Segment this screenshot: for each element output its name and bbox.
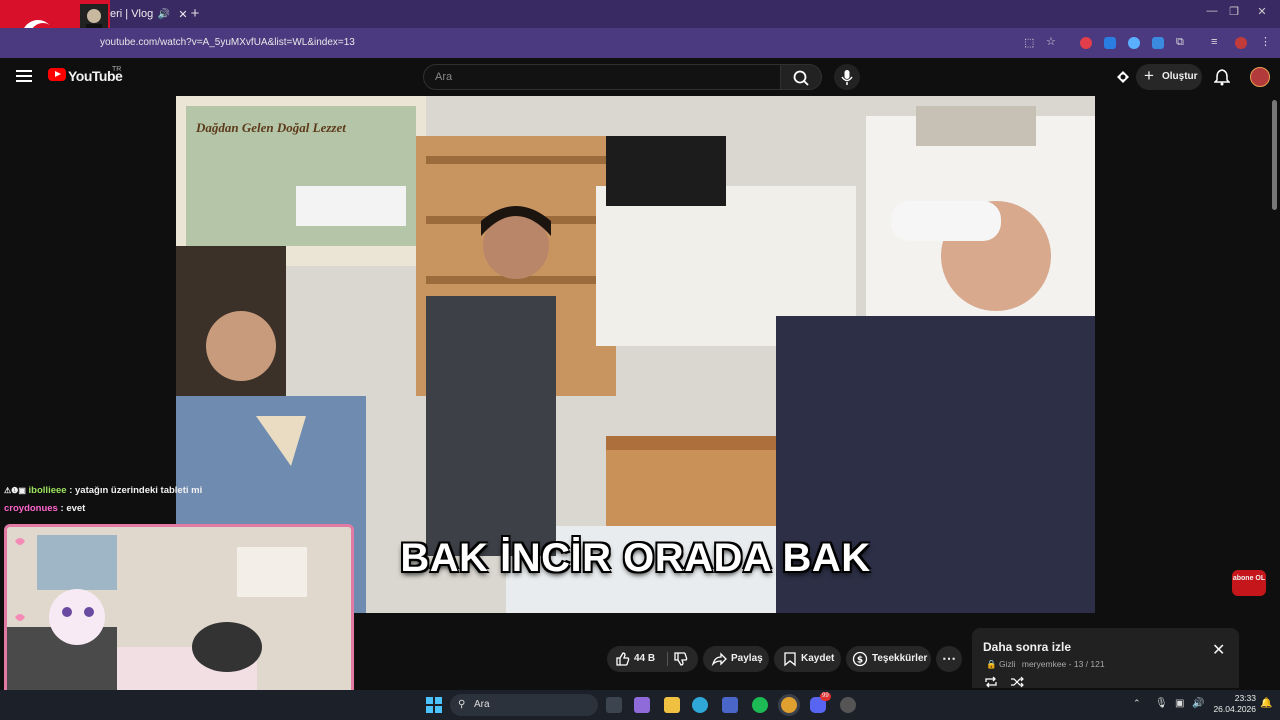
browser-tab-active[interactable]: eri | Vlog 🔊 ✕ <box>110 0 190 28</box>
maximize-button[interactable]: ❐ <box>1224 5 1244 18</box>
search-input[interactable]: Ara <box>423 64 781 90</box>
close-playlist-icon[interactable]: ✕ <box>1212 640 1225 660</box>
playlist-owner[interactable]: meryemkee <box>1022 659 1066 669</box>
extension-translate-icon[interactable] <box>1104 37 1116 49</box>
minimize-button[interactable]: — <box>1202 5 1222 17</box>
install-app-icon[interactable]: ⬚ <box>1024 36 1034 49</box>
watch-later-meta: 🔒 Gizli meryemkee - 13 / 121 <box>986 659 1105 670</box>
file-explorer-icon[interactable] <box>664 697 680 713</box>
share-label: Paylaş <box>731 653 763 664</box>
hamburger-menu-icon[interactable] <box>16 70 32 82</box>
edge-browser-icon[interactable] <box>692 697 708 713</box>
more-dots-icon: ⋯ <box>942 650 956 666</box>
create-button[interactable]: Oluştur <box>1136 63 1202 90</box>
copilot-icon[interactable] <box>634 697 650 713</box>
share-button[interactable]: Paylaş <box>703 646 769 672</box>
playlist-position: 13 / 121 <box>1073 659 1105 669</box>
like-icon[interactable] <box>615 651 631 667</box>
save-label: Kaydet <box>801 653 835 664</box>
clock-time: 23:33 <box>1234 693 1256 703</box>
extension-blue-icon[interactable] <box>1152 37 1164 49</box>
windows-start-icon[interactable] <box>426 697 442 713</box>
create-spark-icon[interactable] <box>1114 68 1132 86</box>
store-icon[interactable] <box>722 697 738 713</box>
webcam-room-scene <box>7 527 351 717</box>
profile-avatar-icon[interactable] <box>1235 37 1247 49</box>
youtube-logo-icon[interactable] <box>48 68 66 81</box>
account-avatar[interactable] <box>1250 67 1270 87</box>
shop-sign-text: Dağdan Gelen Doğal Lezzet <box>196 120 346 135</box>
discord-badge: 99 <box>820 692 831 701</box>
chat-message-body: yatağın üzerindeki tableti mi <box>75 485 203 496</box>
browser-address-bar: youtube.com/watch?v=A_5yuMXvfUA&list=WL&… <box>0 28 1280 58</box>
save-button[interactable]: Kaydet <box>774 646 841 672</box>
watch-later-panel: Daha sonra izle 🔒 Gizli meryemkee - 13 /… <box>972 628 1239 688</box>
visibility-label: Gizli <box>998 659 1016 669</box>
browser-tab-bar: eri | Vlog 🔊 ✕ + — ❐ ✕ <box>0 0 1280 58</box>
subscribe-watermark[interactable]: abone OL <box>1232 570 1266 596</box>
save-bookmark-icon <box>784 652 796 667</box>
thanks-label: Teşekkürler <box>872 653 928 664</box>
taskbar-search-icon: ⚲ <box>458 699 466 710</box>
tab-title: eri | Vlog <box>110 8 154 20</box>
thanks-button[interactable]: $ Teşekkürler <box>846 646 931 672</box>
lock-icon: 🔒 <box>986 659 997 669</box>
microphone-icon <box>841 70 853 85</box>
search-icon <box>793 70 809 86</box>
chat-text: : yatağın üzerindeki tableti mi <box>69 485 203 496</box>
voice-search-button[interactable] <box>834 64 860 90</box>
browser-menu-icon[interactable]: ⋮ <box>1260 35 1271 48</box>
volume-icon[interactable]: 🔊 <box>1192 698 1204 709</box>
obs-icon[interactable] <box>840 697 856 713</box>
share-icon <box>711 652 727 667</box>
like-dislike-group: 44 B <box>607 646 698 672</box>
task-view-icon[interactable] <box>606 697 622 713</box>
notification-center-icon[interactable]: 🔔 <box>1260 698 1272 709</box>
chat-username: croydonues <box>4 503 58 514</box>
chat-username: ibollieee <box>28 485 67 496</box>
network-icon[interactable]: ▣ <box>1175 698 1184 709</box>
tray-chevron-icon[interactable]: ⌃ <box>1133 698 1141 709</box>
extension-red-icon[interactable] <box>1080 37 1092 49</box>
youtube-header: YouTube TR Ara Oluştur <box>0 58 1280 96</box>
bookmark-star-icon[interactable]: ☆ <box>1046 35 1056 48</box>
taskbar-search-placeholder: Ara <box>474 699 490 710</box>
tray-mic-icon[interactable]: 🎙 <box>1155 698 1168 709</box>
new-tab-button[interactable]: + <box>186 5 204 23</box>
page-scrollbar[interactable] <box>1272 100 1277 210</box>
loop-icon[interactable] <box>984 676 998 688</box>
chat-message-body: evet <box>66 503 86 514</box>
region-code: TR <box>112 66 122 73</box>
watermark-label: abone OL <box>1232 575 1266 582</box>
clock-date: 26.04.2026 <box>1213 704 1256 714</box>
dislike-icon[interactable] <box>673 651 689 667</box>
chat-message: ⚠❶▣ ibollieee : yatağın üzerindeki table… <box>4 485 202 496</box>
reading-list-icon[interactable]: ≡ <box>1211 36 1217 48</box>
extension-audio-icon[interactable] <box>1128 37 1140 49</box>
windows-taskbar: ⚲ Ara 99 ⌃ 🎙 ▣ 🔊 23:33 26.04.2026 🔔 <box>0 690 1280 720</box>
taskbar-clock[interactable]: 23:33 26.04.2026 <box>1208 693 1256 715</box>
taskbar-search-input[interactable]: ⚲ Ara <box>450 694 598 716</box>
watch-later-title[interactable]: Daha sonra izle <box>983 640 1071 654</box>
like-count[interactable]: 44 B <box>634 646 655 672</box>
spotify-icon[interactable] <box>752 697 768 713</box>
meta-separator: - <box>1066 659 1074 669</box>
tab-audio-icon[interactable]: 🔊 <box>158 9 170 20</box>
close-window-button[interactable]: ✕ <box>1252 5 1272 18</box>
notifications-bell-icon[interactable] <box>1214 68 1230 86</box>
chat-badges-icon: ⚠❶▣ <box>4 486 26 495</box>
shuffle-icon[interactable] <box>1010 676 1024 688</box>
svg-text:$: $ <box>857 656 863 666</box>
more-actions-button[interactable]: ⋯ <box>936 646 962 672</box>
url-field[interactable]: youtube.com/watch?v=A_5yuMXvfUA&list=WL&… <box>100 32 1060 54</box>
chat-message: croydonues : evet <box>4 503 85 514</box>
search-button[interactable] <box>780 64 822 90</box>
thanks-dollar-icon: $ <box>852 651 868 667</box>
like-dislike-divider <box>667 652 668 666</box>
extensions-puzzle-icon[interactable]: ⧉ <box>1176 36 1184 49</box>
chat-text: : evet <box>60 503 86 514</box>
chrome-browser-icon[interactable] <box>781 697 797 713</box>
